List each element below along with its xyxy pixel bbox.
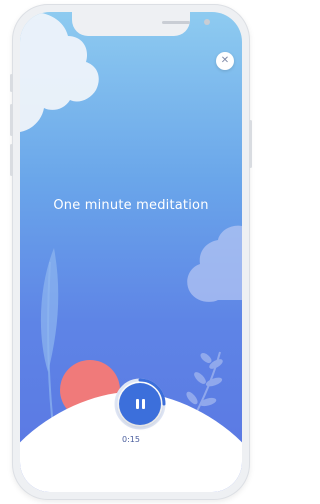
front-camera — [204, 19, 210, 25]
close-icon: ✕ — [220, 55, 230, 66]
close-button[interactable]: ✕ — [216, 52, 234, 70]
cloud-right — [187, 225, 242, 302]
play-pause-control[interactable] — [113, 377, 167, 431]
pause-icon — [134, 399, 146, 409]
meditation-screen: ✕ One minute meditation 0:15 — [20, 12, 242, 492]
mute-switch — [10, 74, 13, 92]
volume-down-button — [10, 144, 13, 176]
session-title: One minute meditation — [53, 198, 209, 213]
phone-notch — [72, 12, 210, 36]
pause-button[interactable] — [119, 383, 161, 425]
power-button — [249, 120, 252, 168]
speaker-grille — [162, 21, 190, 24]
elapsed-time: 0:15 — [122, 435, 140, 444]
volume-up-button — [10, 104, 13, 136]
